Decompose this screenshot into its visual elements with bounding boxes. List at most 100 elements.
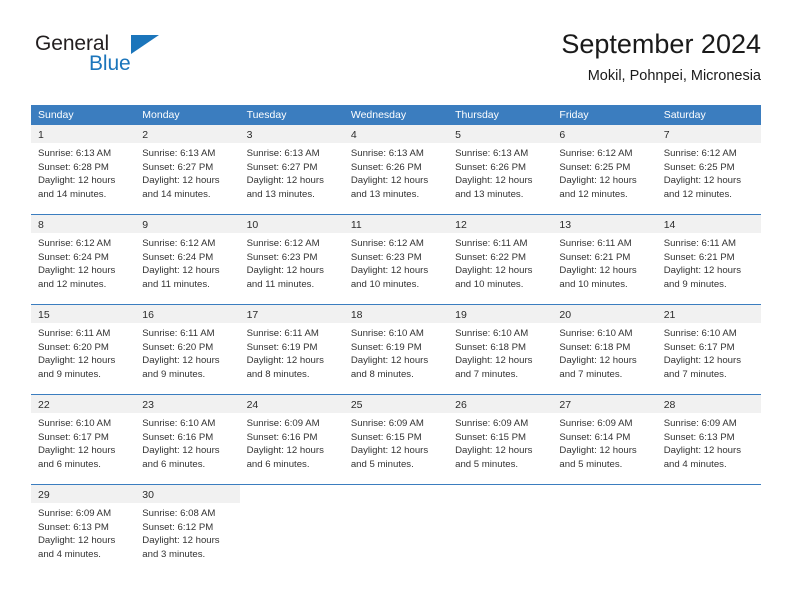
- sunrise-text: Sunrise: 6:10 AM: [142, 418, 216, 429]
- day-cell[interactable]: 2 Sunrise: 6:13 AM Sunset: 6:27 PM Daylight…: [135, 125, 240, 214]
- sunrise-text: Sunrise: 6:13 AM: [246, 148, 320, 159]
- day-number: 19: [455, 309, 467, 321]
- sunset-text: Sunset: 6:24 PM: [38, 251, 109, 263]
- day-cell[interactable]: 21 Sunrise: 6:10 AM Sunset: 6:17 PM Dayligh…: [656, 305, 761, 394]
- day-details: Sunrise: 6:11 AM Sunset: 6:19 PM Daylight:…: [240, 323, 344, 381]
- day-number-band: 12: [448, 215, 553, 233]
- day-number: 10: [246, 219, 259, 231]
- day-number: 25: [350, 399, 363, 411]
- sunrise-text: Sunrise: 6:13 AM: [38, 148, 112, 159]
- daylight-text-line1: Daylight: 12 hours: [142, 535, 220, 546]
- day-cell[interactable]: 19 Sunrise: 6:10 AM Sunset: 6:18 PM Dayligh…: [448, 305, 553, 394]
- day-cell[interactable]: 29 Sunrise: 6:09 AM Sunset: 6:13 PM Dayligh…: [31, 485, 136, 574]
- day-number-band: 21: [656, 305, 761, 323]
- daylight-text-line2: and 12 minutes.: [559, 188, 628, 200]
- daylight-text-line2: and 4 minutes.: [663, 458, 727, 470]
- day-cell[interactable]: 5 Sunrise: 6:13 AM Sunset: 6:26 PM Daylight…: [448, 125, 553, 214]
- day-cell[interactable]: 6 Sunrise: 6:12 AM Sunset: 6:25 PM Daylight…: [552, 125, 657, 214]
- day-cell[interactable]: 15 Sunrise: 6:11 AM Sunset: 6:20 PM Dayligh…: [31, 305, 136, 394]
- day-details: Sunrise: 6:12 AM Sunset: 6:23 PM Daylight:…: [344, 233, 448, 291]
- day-number-band: 19: [448, 305, 553, 323]
- day-cell-empty: [656, 485, 761, 574]
- daylight-text-line1: Daylight: 12 hours: [455, 175, 533, 186]
- general-blue-logo[interactable]: General Blue: [31, 32, 231, 84]
- day-cell[interactable]: 22 Sunrise: 6:10 AM Sunset: 6:17 PM Dayligh…: [31, 395, 136, 484]
- daylight-text-line2: and 7 minutes.: [559, 368, 623, 380]
- day-number: 27: [559, 399, 572, 411]
- day-number-band: 27: [552, 395, 657, 413]
- calendar-week-row: 8 Sunrise: 6:12 AM Sunset: 6:24 PM Daylight…: [31, 214, 761, 304]
- sunset-text: Sunset: 6:26 PM: [455, 161, 527, 173]
- day-cell[interactable]: 14 Sunrise: 6:11 AM Sunset: 6:21 PM Dayligh…: [656, 215, 761, 304]
- sunrise-text: Sunrise: 6:12 AM: [246, 238, 320, 249]
- day-details: Sunrise: 6:10 AM Sunset: 6:17 PM Daylight:…: [31, 413, 135, 471]
- day-cell[interactable]: 9 Sunrise: 6:12 AM Sunset: 6:24 PM Daylight…: [135, 215, 240, 304]
- sunrise-text: Sunrise: 6:09 AM: [663, 418, 737, 429]
- day-number-band: 30: [135, 485, 240, 503]
- day-number: 3: [246, 129, 253, 141]
- day-cell[interactable]: 12 Sunrise: 6:11 AM Sunset: 6:22 PM Dayligh…: [448, 215, 553, 304]
- calendar-page: General Blue September 2024 Mokil, Pohnp…: [0, 0, 792, 612]
- day-cell[interactable]: 30 Sunrise: 6:08 AM Sunset: 6:12 PM Dayligh…: [135, 485, 240, 574]
- day-number-band: 16: [135, 305, 240, 323]
- day-cell[interactable]: 26 Sunrise: 6:09 AM Sunset: 6:15 PM Dayligh…: [448, 395, 553, 484]
- day-cell[interactable]: 28 Sunrise: 6:09 AM Sunset: 6:13 PM Dayligh…: [656, 395, 761, 484]
- daylight-text-line2: and 5 minutes.: [350, 458, 414, 470]
- day-number-band: 9: [135, 215, 240, 233]
- weekday-header-friday: Friday: [559, 109, 589, 121]
- day-details: Sunrise: 6:12 AM Sunset: 6:24 PM Daylight:…: [135, 233, 239, 291]
- daylight-text-line1: Daylight: 12 hours: [246, 445, 324, 456]
- triangle-icon: [131, 35, 159, 54]
- day-details: Sunrise: 6:12 AM Sunset: 6:24 PM Daylight:…: [31, 233, 135, 291]
- day-cell[interactable]: 13 Sunrise: 6:11 AM Sunset: 6:21 PM Dayligh…: [552, 215, 657, 304]
- page-header: General Blue September 2024 Mokil, Pohnp…: [31, 28, 761, 90]
- calendar-weeks: 1 Sunrise: 6:13 AM Sunset: 6:28 PM Daylight…: [31, 125, 761, 574]
- day-cell[interactable]: 17 Sunrise: 6:11 AM Sunset: 6:19 PM Dayligh…: [239, 305, 344, 394]
- day-cell-empty: [239, 485, 344, 574]
- day-cell[interactable]: 20 Sunrise: 6:10 AM Sunset: 6:18 PM Dayligh…: [552, 305, 657, 394]
- day-cell[interactable]: 1 Sunrise: 6:13 AM Sunset: 6:28 PM Daylight…: [31, 125, 136, 214]
- daylight-text-line1: Daylight: 12 hours: [246, 265, 324, 276]
- day-cell[interactable]: 27 Sunrise: 6:09 AM Sunset: 6:14 PM Dayligh…: [552, 395, 657, 484]
- day-number: 11: [350, 219, 362, 231]
- day-cell[interactable]: 4 Sunrise: 6:13 AM Sunset: 6:26 PM Daylight…: [343, 125, 449, 214]
- daylight-text-line2: and 12 minutes.: [38, 278, 107, 290]
- day-details: Sunrise: 6:10 AM Sunset: 6:19 PM Daylight:…: [344, 323, 448, 381]
- day-cell[interactable]: 16 Sunrise: 6:11 AM Sunset: 6:20 PM Dayligh…: [135, 305, 240, 394]
- day-cell[interactable]: 25 Sunrise: 6:09 AM Sunset: 6:15 PM Dayligh…: [343, 395, 449, 484]
- day-number-band: 14: [656, 215, 761, 233]
- daylight-text-line1: Daylight: 12 hours: [663, 445, 742, 456]
- daylight-text-line2: and 9 minutes.: [38, 368, 101, 380]
- sunrise-text: Sunrise: 6:10 AM: [559, 328, 633, 339]
- day-number: 29: [38, 489, 50, 501]
- day-cell[interactable]: 3 Sunrise: 6:13 AM Sunset: 6:27 PM Daylight…: [239, 125, 344, 214]
- day-cell[interactable]: 7 Sunrise: 6:12 AM Sunset: 6:25 PM Daylight…: [656, 125, 761, 214]
- sunrise-text: Sunrise: 6:10 AM: [350, 328, 424, 339]
- sunrise-text: Sunrise: 6:11 AM: [142, 328, 215, 339]
- daylight-text-line1: Daylight: 12 hours: [38, 265, 116, 276]
- day-cell[interactable]: 18 Sunrise: 6:10 AM Sunset: 6:19 PM Dayligh…: [343, 305, 449, 394]
- calendar-week-row: 22 Sunrise: 6:10 AM Sunset: 6:17 PM Dayligh…: [31, 394, 761, 484]
- day-number-band: 10: [239, 215, 344, 233]
- day-details: Sunrise: 6:12 AM Sunset: 6:23 PM Daylight:…: [240, 233, 344, 291]
- day-cell[interactable]: 8 Sunrise: 6:12 AM Sunset: 6:24 PM Daylight…: [31, 215, 136, 304]
- day-number-band: 5: [448, 125, 553, 143]
- sunset-text: Sunset: 6:16 PM: [246, 431, 318, 443]
- sunset-text: Sunset: 6:25 PM: [663, 161, 735, 173]
- logo-text-blue: Blue: [89, 52, 131, 75]
- sunrise-text: Sunrise: 6:09 AM: [350, 418, 424, 429]
- day-number: 12: [455, 219, 467, 231]
- sunrise-text: Sunrise: 6:13 AM: [350, 148, 424, 159]
- day-details: Sunrise: 6:13 AM Sunset: 6:28 PM Daylight:…: [31, 143, 135, 201]
- day-cell[interactable]: 10 Sunrise: 6:12 AM Sunset: 6:23 PM Dayligh…: [239, 215, 344, 304]
- sunrise-text: Sunrise: 6:09 AM: [559, 418, 633, 429]
- day-cell[interactable]: 24 Sunrise: 6:09 AM Sunset: 6:16 PM Dayligh…: [239, 395, 344, 484]
- day-cell[interactable]: 11 Sunrise: 6:12 AM Sunset: 6:23 PM Dayligh…: [343, 215, 449, 304]
- day-details: Sunrise: 6:09 AM Sunset: 6:14 PM Daylight:…: [552, 413, 656, 471]
- day-cell[interactable]: 23 Sunrise: 6:10 AM Sunset: 6:16 PM Dayligh…: [135, 395, 240, 484]
- day-details: Sunrise: 6:13 AM Sunset: 6:27 PM Daylight:…: [240, 143, 344, 201]
- sunset-text: Sunset: 6:15 PM: [455, 431, 527, 443]
- day-number: 16: [142, 309, 154, 321]
- daylight-text-line1: Daylight: 12 hours: [142, 445, 220, 456]
- day-number-band: 20: [552, 305, 657, 323]
